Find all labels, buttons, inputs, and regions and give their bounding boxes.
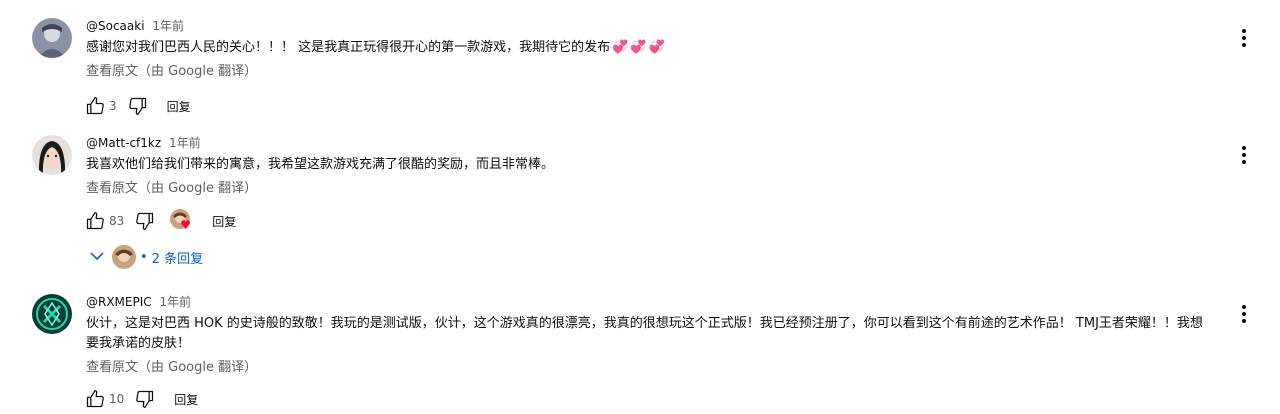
emoji-hearts: 💞💞💞 [612, 40, 667, 55]
comment-text: 感谢您对我们巴西人民的关心！！！ 这是我真正玩得很开心的第一款游戏，我期待它的发… [86, 38, 1210, 58]
comment-header: @Matt-cf1kz 1年前 [86, 135, 1210, 151]
thumbs-down-icon [136, 212, 154, 230]
comment-content: @RXMEPIC 1年前 伙计，这是对巴西 HOK 的史诗般的致敬！我玩的是测试… [86, 294, 1210, 378]
thumbs-down-icon [128, 97, 146, 115]
thumbs-up-icon [86, 390, 104, 408]
creator-heart-icon: ♥ [180, 218, 192, 232]
more-vert-icon [1242, 29, 1246, 47]
creator-avatar-image [112, 245, 136, 269]
separator-dot: • [140, 249, 148, 265]
avatar-image [32, 294, 72, 334]
reply-button[interactable]: 回复 [167, 98, 191, 115]
comment-content: @Matt-cf1kz 1年前 我喜欢他们给我们带来的寓意，我希望这款游戏充满了… [86, 135, 1210, 199]
avatar[interactable] [32, 294, 72, 334]
comment-menu-button[interactable] [1232, 26, 1256, 50]
avatar-image [32, 135, 72, 175]
like-button[interactable] [84, 210, 106, 232]
author-name[interactable]: @Socaaki [86, 19, 145, 33]
chevron-down-icon [90, 250, 104, 265]
more-vert-icon [1242, 146, 1246, 164]
more-vert-icon [1242, 305, 1246, 323]
like-button[interactable] [84, 388, 106, 410]
like-count: 83 [109, 214, 125, 228]
see-original-link[interactable]: 查看原文（由 Google 翻译） [86, 358, 257, 378]
comment-time[interactable]: 1年前 [152, 19, 184, 33]
like-button[interactable] [84, 95, 106, 117]
replies-count-label: 2 条回复 [151, 251, 204, 267]
creator-avatar [112, 245, 136, 269]
comment-toolbar: 10 回复 [84, 387, 198, 411]
reply-button[interactable]: 回复 [212, 213, 236, 230]
comment-toolbar: 83 ♥ 回复 [84, 209, 236, 233]
like-count: 10 [109, 392, 125, 406]
comments-section: @Socaaki 1年前 感谢您对我们巴西人民的关心！！！ 这是我真正玩得很开心… [0, 0, 1280, 414]
show-replies-button[interactable]: • 2 条回复 [86, 243, 203, 271]
like-count: 3 [109, 99, 117, 113]
dislike-button[interactable] [127, 95, 149, 117]
dislike-button[interactable] [134, 388, 156, 410]
comment-text-body: 感谢您对我们巴西人民的关心！！！ 这是我真正玩得很开心的第一款游戏，我期待它的发… [86, 40, 611, 55]
comment-menu-button[interactable] [1232, 143, 1256, 167]
comment-toolbar: 3 回复 [84, 94, 191, 118]
author-name[interactable]: @RXMEPIC [86, 295, 152, 309]
comment-content: @Socaaki 1年前 感谢您对我们巴西人民的关心！！！ 这是我真正玩得很开心… [86, 18, 1210, 82]
comment-text: 伙计，这是对巴西 HOK 的史诗般的致敬！我玩的是测试版，伙计，这个游戏真的很漂… [86, 316, 1203, 351]
dislike-button[interactable] [134, 210, 156, 232]
see-original-link[interactable]: 查看原文（由 Google 翻译） [86, 62, 257, 82]
thumbs-up-icon [86, 212, 104, 230]
see-original-link[interactable]: 查看原文（由 Google 翻译） [86, 179, 257, 199]
comment-header: @RXMEPIC 1年前 [86, 294, 1210, 310]
author-name[interactable]: @Matt-cf1kz [86, 136, 161, 150]
comment-time[interactable]: 1年前 [159, 295, 191, 309]
avatar-image [32, 18, 72, 58]
reply-button[interactable]: 回复 [174, 391, 198, 408]
comment-header: @Socaaki 1年前 [86, 18, 1210, 34]
thumbs-up-icon [86, 97, 104, 115]
thumbs-down-icon [136, 390, 154, 408]
comment-menu-button[interactable] [1232, 302, 1256, 326]
comment-time[interactable]: 1年前 [169, 136, 201, 150]
creator-heart-badge: ♥ [170, 209, 194, 233]
avatar[interactable] [32, 135, 72, 175]
comment-text: 我喜欢他们给我们带来的寓意，我希望这款游戏充满了很酷的奖励，而且非常棒。 [86, 157, 555, 172]
avatar[interactable] [32, 18, 72, 58]
